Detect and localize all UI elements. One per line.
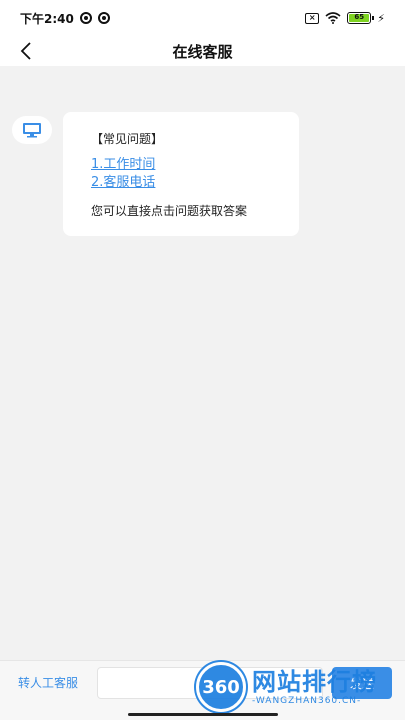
faq-link-work-hours[interactable]: 1.工作时间 [91,156,283,174]
chevron-left-icon [20,42,31,60]
battery-tip [372,16,375,20]
watermark-logo: 360 [196,662,246,712]
notification-icon [79,12,92,24]
back-button[interactable] [10,36,42,66]
message-bubble: 【常见问题】 1.工作时间 2.客服电话 您可以直接点击问题获取答案 [63,112,299,236]
watermark-text: 网站排行榜 -WANGZHAN360.CN- [252,668,377,706]
watermark-url: -WANGZHAN360.CN- [252,696,362,706]
page-title: 在线客服 [172,42,233,61]
status-right: × 65 ⚡ [305,12,385,25]
charging-icon: ⚡ [377,11,385,25]
faq-link-service-phone[interactable]: 2.客服电话 [91,174,283,192]
home-indicator[interactable] [128,713,278,716]
watermark: 360 网站排行榜 -WANGZHAN360.CN- [196,658,401,716]
battery-icon: 65 [347,12,375,24]
status-time: 下午2:40 [20,11,74,26]
faq-hint: 您可以直接点击问题获取答案 [91,204,248,218]
agent-avatar [12,116,52,144]
status-left: 下午2:40 [20,10,110,27]
monitor-icon [23,123,41,138]
status-bar: 下午2:40 × 65 ⚡ [0,0,405,36]
chat-area[interactable]: 【常见问题】 1.工作时间 2.客服电话 您可以直接点击问题获取答案 [0,66,405,660]
faq-heading: 【常见问题】 [91,132,164,146]
notification-icon [97,12,110,24]
battery-level: 65 [349,14,370,22]
watermark-brand: 网站排行榜 [252,668,377,696]
wifi-icon [325,12,341,24]
transfer-to-agent-button[interactable]: 转人工客服 [18,674,78,691]
no-sim-icon: × [305,12,320,24]
header: 在线客服 [0,36,405,66]
